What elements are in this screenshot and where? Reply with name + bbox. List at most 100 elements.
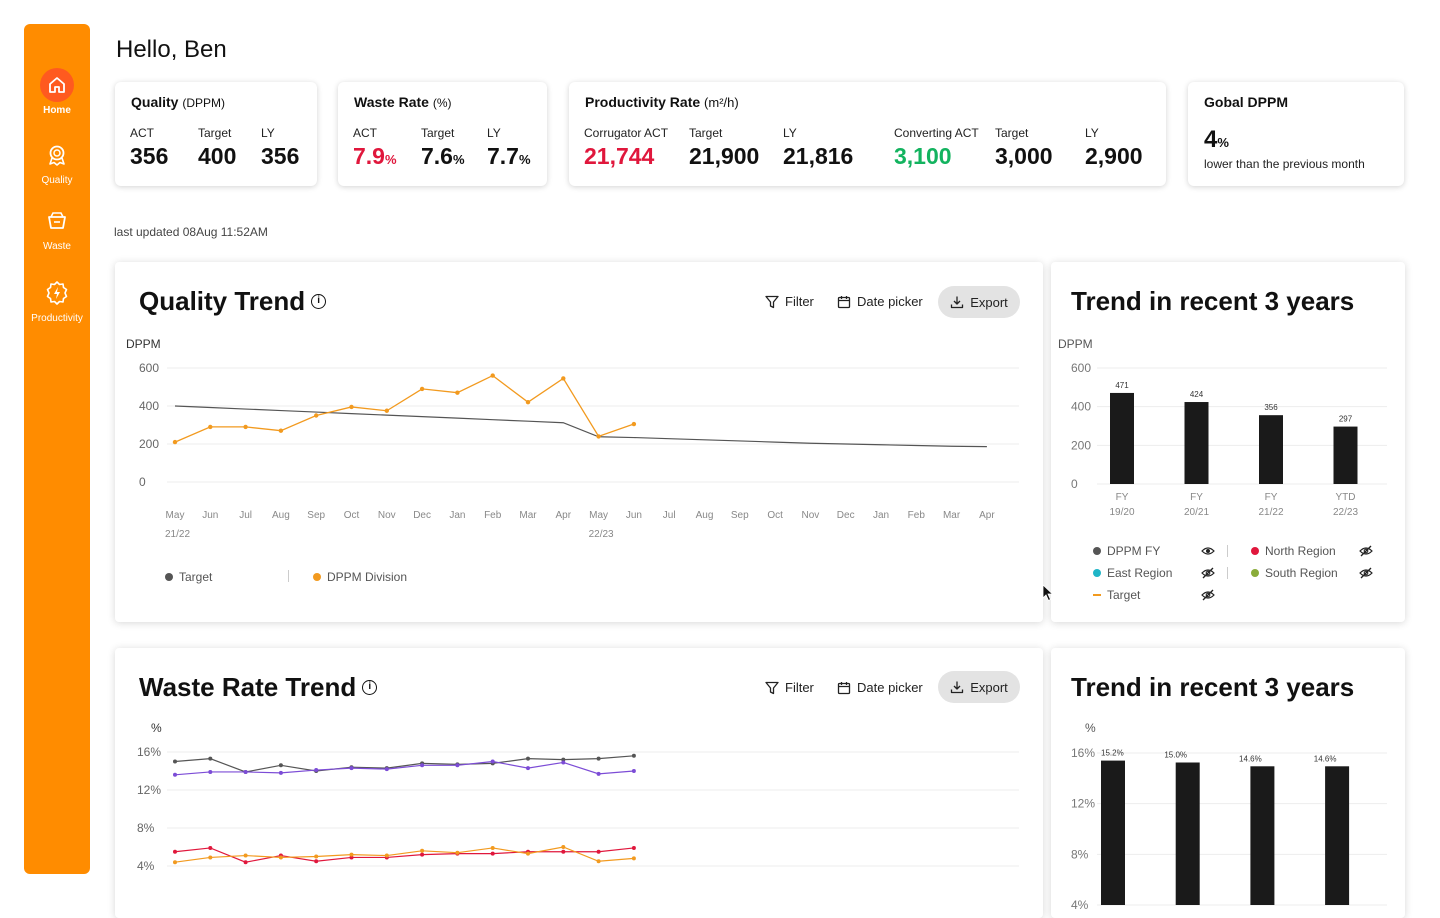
legend-item-east-region[interactable]: East Region bbox=[1093, 566, 1215, 580]
data-point bbox=[173, 860, 177, 865]
data-point bbox=[349, 766, 354, 771]
series-line bbox=[174, 755, 634, 773]
x-tick-label: 19/20 bbox=[1109, 507, 1134, 518]
x-tick-label: Aug bbox=[272, 510, 290, 521]
data-point bbox=[349, 404, 354, 410]
kpi-label: Target bbox=[995, 126, 1029, 140]
x-tick-label: Nov bbox=[378, 510, 396, 521]
legend-marker bbox=[1093, 569, 1101, 577]
legend-item-target[interactable]: Target bbox=[165, 570, 212, 584]
kpi-value: 356 bbox=[130, 143, 169, 169]
legend-item-dppm-fy[interactable]: DPPM FY bbox=[1093, 544, 1215, 558]
x-tick-label: FY bbox=[1116, 492, 1129, 503]
bar bbox=[1250, 766, 1275, 905]
eye-off-icon[interactable] bbox=[1201, 589, 1215, 601]
data-point bbox=[314, 859, 319, 864]
kpi-card-quality[interactable]: Quality (DPPM) ACT 356 Target 400 LY 356 bbox=[115, 82, 317, 186]
legend-item-dppm-division[interactable]: DPPM Division bbox=[313, 570, 407, 584]
sidebar-item-label: Waste bbox=[43, 241, 71, 252]
eye-off-icon[interactable] bbox=[1359, 545, 1373, 557]
kpi-value: 7.6% bbox=[421, 143, 465, 169]
data-point bbox=[561, 760, 566, 765]
data-point bbox=[490, 851, 495, 856]
data-point bbox=[596, 849, 601, 854]
sidebar-item-home[interactable]: Home bbox=[24, 68, 90, 116]
legend-divider bbox=[288, 570, 289, 582]
data-point bbox=[419, 386, 425, 392]
x-tick-label: May bbox=[166, 510, 185, 521]
waste-rate-trend-chart: % 16% 12% 8% 4% bbox=[137, 721, 1019, 873]
sidebar-item-quality[interactable]: Quality bbox=[24, 138, 90, 186]
kpi-value: 2,900 bbox=[1085, 143, 1143, 169]
x-tick-label: FY bbox=[1265, 492, 1278, 503]
y-tick-label: 4% bbox=[137, 859, 155, 873]
data-point bbox=[631, 421, 637, 427]
kpi-value: 3,000 bbox=[995, 143, 1053, 169]
y-tick-label: 0 bbox=[1071, 477, 1078, 491]
legend-label: Target bbox=[1107, 588, 1141, 602]
y-tick-label: 8% bbox=[1071, 847, 1089, 861]
data-point bbox=[525, 400, 531, 405]
bar bbox=[1333, 426, 1358, 484]
legend-label: North Region bbox=[1265, 544, 1336, 558]
quality-trend-panel: Quality Trend i Filter Date picker Export… bbox=[115, 262, 1043, 622]
y-tick-label: 16% bbox=[137, 745, 161, 759]
data-point bbox=[173, 772, 177, 777]
kpi-label: LY bbox=[1085, 126, 1099, 140]
kpi-label: Target bbox=[421, 126, 455, 140]
kpi-value: 21,744 bbox=[584, 143, 655, 169]
kpi-label: Target bbox=[198, 126, 232, 140]
data-point bbox=[173, 759, 177, 764]
data-point bbox=[172, 439, 178, 445]
x-tick-label: Sep bbox=[307, 510, 325, 521]
kpi-label: LY bbox=[261, 126, 275, 140]
data-point bbox=[455, 763, 460, 768]
kpi-value: 21,900 bbox=[689, 143, 760, 169]
waste-bin-icon bbox=[40, 204, 74, 238]
x-tick-label: Jan bbox=[873, 510, 889, 521]
x-tick-label: Jul bbox=[239, 510, 252, 521]
legend-item-south-region[interactable]: South Region bbox=[1251, 566, 1373, 580]
x-tick-label: May bbox=[589, 510, 608, 521]
data-point bbox=[349, 852, 354, 857]
eye-off-icon[interactable] bbox=[1201, 567, 1215, 579]
data-label: 14.6% bbox=[1314, 754, 1337, 763]
y-tick-label: 8% bbox=[137, 821, 155, 835]
x-tick-label: FY bbox=[1190, 492, 1203, 503]
series-line-target bbox=[174, 405, 987, 448]
x-tick-label: Jun bbox=[626, 510, 642, 521]
data-point bbox=[596, 756, 601, 761]
kpi-card-waste-rate[interactable]: Waste Rate (%) ACT 7.9% Target 7.6% LY 7.7% bbox=[338, 82, 547, 186]
kpi-card-global-dppm[interactable]: Gobal DPPM 4% lower than the previous mo… bbox=[1188, 82, 1404, 186]
eye-off-icon[interactable] bbox=[1359, 567, 1373, 579]
x-tick-label: YTD bbox=[1336, 492, 1356, 503]
kpi-value: 4% bbox=[1204, 126, 1229, 153]
data-point bbox=[173, 849, 177, 854]
kpi-value: 3,100 bbox=[894, 143, 952, 169]
eye-icon[interactable] bbox=[1201, 546, 1215, 556]
legend-item-north-region[interactable]: North Region bbox=[1251, 544, 1373, 558]
data-point bbox=[526, 766, 530, 771]
data-point bbox=[631, 769, 636, 773]
legend-item-target[interactable]: Target bbox=[1093, 588, 1215, 602]
kpi-value: 400 bbox=[198, 143, 237, 169]
kpi-note: lower than the previous month bbox=[1204, 157, 1365, 171]
x-tick-label: Aug bbox=[696, 510, 714, 521]
quality-trend-chart: DPPM 600 400 200 0 May Jun Jul Aug Sep Oct Nov Dec Ja… bbox=[126, 337, 1019, 540]
x-tick-label: Feb bbox=[484, 510, 502, 521]
legend-marker bbox=[1093, 547, 1101, 555]
kpi-card-productivity[interactable]: Productivity Rate (m²/h) Corrugator ACT 2… bbox=[569, 82, 1166, 186]
sidebar-item-productivity[interactable]: Productivity bbox=[24, 276, 90, 324]
data-point bbox=[314, 854, 319, 859]
sidebar-item-waste[interactable]: Waste bbox=[24, 204, 90, 252]
kpi-label: Target bbox=[689, 126, 723, 140]
x-group-label: 22/23 bbox=[589, 529, 614, 540]
x-tick-label: 20/21 bbox=[1184, 507, 1209, 518]
award-icon bbox=[40, 138, 74, 172]
kpi-label: Converting ACT bbox=[894, 126, 979, 140]
y-axis-label: % bbox=[1085, 721, 1096, 735]
x-tick-label: Nov bbox=[802, 510, 820, 521]
kpi-label: LY bbox=[487, 126, 501, 140]
data-point bbox=[490, 373, 495, 378]
greeting: Hello, Ben bbox=[116, 36, 227, 63]
